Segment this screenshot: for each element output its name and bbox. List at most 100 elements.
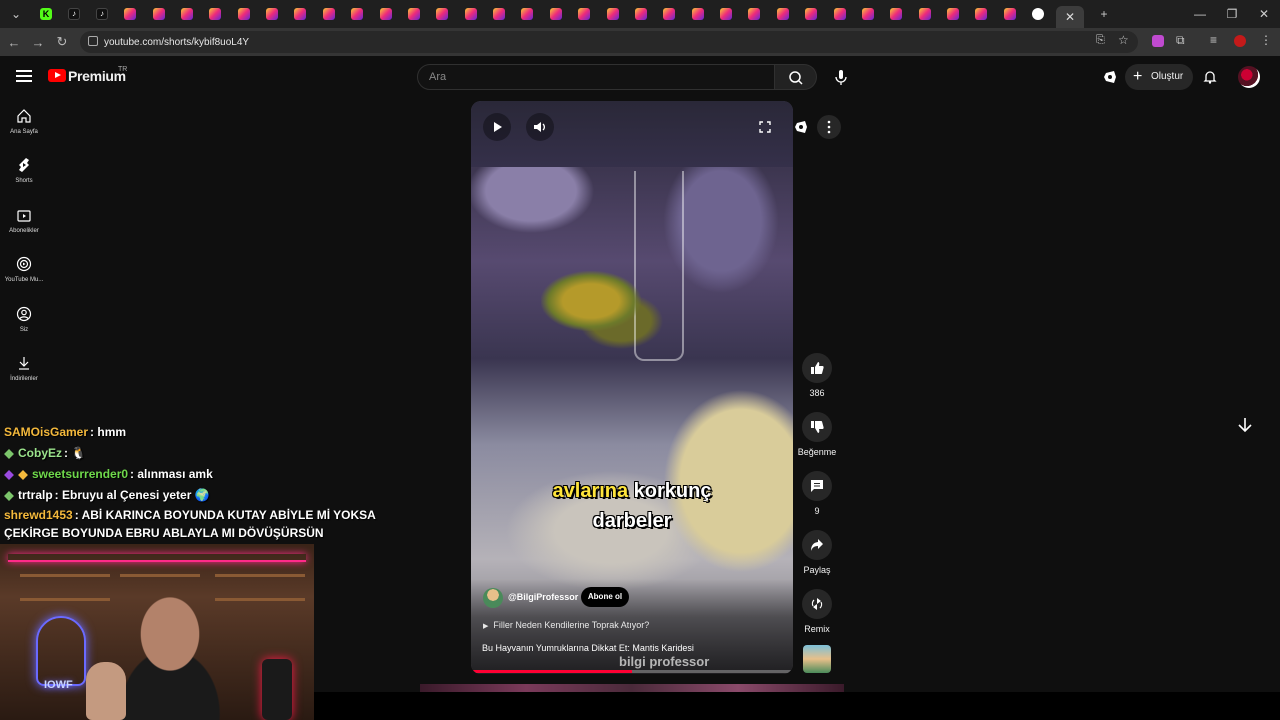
remix-button[interactable] (802, 589, 832, 619)
notifications-bell-icon[interactable] (1202, 69, 1218, 85)
remix-action[interactable]: Remix (797, 589, 837, 634)
instagram-icon[interactable] (351, 8, 364, 20)
create-button[interactable]: + Oluştur (1125, 64, 1193, 90)
channel-name[interactable]: @BilgiProfessor (508, 592, 578, 602)
minimize-icon[interactable]: — (1184, 7, 1216, 21)
shorts-remix-icon[interactable] (1102, 69, 1118, 85)
next-video-arrow-icon[interactable] (1234, 414, 1256, 436)
sound-thumbnail[interactable] (803, 645, 831, 673)
dislike-button[interactable] (802, 412, 832, 442)
instagram-icon[interactable] (266, 8, 279, 20)
forward-icon[interactable]: → (26, 35, 50, 50)
new-tab-button[interactable]: + (1088, 7, 1120, 21)
bookmark-star-icon[interactable]: ☆ (1118, 33, 1129, 47)
dislike-action[interactable]: Beğenme (797, 412, 837, 457)
chat-text: : hmm (90, 425, 127, 439)
instagram-icon[interactable] (209, 8, 222, 20)
more-options-button[interactable] (817, 115, 841, 139)
sidebar-item-subscriptions[interactable]: Abonelikler (0, 207, 48, 234)
instagram-icon[interactable] (493, 8, 506, 20)
instagram-icon[interactable] (294, 8, 307, 20)
search-button[interactable] (775, 64, 817, 90)
volume-button[interactable] (526, 113, 554, 141)
comments-action[interactable]: 9 (797, 471, 837, 516)
profile-icon[interactable] (1234, 35, 1246, 47)
back-icon[interactable]: ← (2, 35, 26, 50)
instagram-icon[interactable] (833, 8, 846, 20)
instagram-icon[interactable] (464, 8, 477, 20)
download-icon (19, 357, 29, 370)
instagram-icon[interactable] (691, 8, 704, 20)
instagram-icon[interactable] (748, 8, 761, 20)
video-title[interactable]: Bu Hayvanın Yumruklarına Dikkat Et: Mant… (482, 643, 694, 653)
tiktok-icon[interactable]: ♪ (96, 8, 108, 20)
sidebar-item-downloads[interactable]: İndirilenler (0, 355, 48, 382)
shelf (120, 574, 200, 577)
thumbs-down-icon (811, 421, 824, 433)
sidebar-item-youtube-music[interactable]: YouTube Mu... (0, 256, 48, 283)
instagram-icon[interactable] (237, 8, 250, 20)
instagram-icon[interactable] (322, 8, 335, 20)
tiktok-icon[interactable]: ♪ (68, 8, 80, 20)
sidebar-item-you[interactable]: Siz (0, 306, 48, 333)
sidebar-item-home[interactable]: Ana Sayfa (0, 108, 48, 135)
google-icon[interactable] (1032, 8, 1044, 20)
instagram-icon[interactable] (776, 8, 789, 20)
instagram-icon[interactable] (180, 8, 193, 20)
comment-count: 9 (814, 506, 820, 516)
instagram-icon[interactable] (890, 8, 903, 20)
instagram-icon[interactable] (379, 8, 392, 20)
url-field[interactable]: youtube.com/shorts/kybif8uoL4Y (80, 31, 1138, 53)
browser-menu-icon[interactable]: ⋮ (1260, 33, 1272, 47)
instagram-icon[interactable] (947, 8, 960, 20)
sidebar-item-shorts[interactable]: Shorts (0, 157, 48, 184)
instagram-icon[interactable] (663, 8, 676, 20)
fullscreen-button[interactable] (751, 113, 779, 141)
active-tab[interactable]: ✕ (1056, 6, 1084, 28)
instagram-icon[interactable] (634, 8, 647, 20)
channel-avatar[interactable] (483, 588, 503, 608)
subscribe-button[interactable]: Abone ol (581, 587, 629, 607)
shorts-effect-icon[interactable] (793, 119, 809, 135)
close-icon[interactable]: ✕ (1065, 10, 1075, 24)
window-close-icon[interactable]: ✕ (1248, 7, 1280, 21)
share-button[interactable] (802, 530, 832, 560)
voice-search-button[interactable] (828, 64, 854, 90)
instagram-icon[interactable] (1003, 8, 1016, 20)
instagram-icon[interactable] (975, 8, 988, 20)
search-input[interactable]: Ara (417, 64, 775, 90)
instagram-icon[interactable] (436, 8, 449, 20)
extensions-puzzle-icon[interactable]: ⧉ (1176, 33, 1185, 48)
tab-search-icon[interactable]: ⌄ (0, 7, 32, 21)
install-app-icon[interactable]: ⎘ (1096, 34, 1105, 47)
instagram-icon[interactable] (521, 8, 534, 20)
account-avatar[interactable] (1238, 66, 1260, 88)
restore-icon[interactable]: ❐ (1216, 7, 1248, 21)
instagram-icon[interactable] (578, 8, 591, 20)
kick-icon[interactable]: K (40, 8, 52, 20)
share-action[interactable]: Paylaş (797, 530, 837, 575)
site-info-icon[interactable] (88, 36, 98, 46)
instagram-icon[interactable] (805, 8, 818, 20)
like-action[interactable]: 386 (797, 353, 837, 398)
like-button[interactable] (802, 353, 832, 383)
hamburger-menu-icon[interactable] (16, 70, 32, 82)
instagram-icon[interactable] (918, 8, 931, 20)
related-video-link[interactable]: ▶ Filler Neden Kendilerine Toprak Atıyor? (483, 620, 649, 630)
comments-button[interactable] (802, 471, 832, 501)
instagram-icon[interactable] (152, 8, 165, 20)
instagram-icon[interactable] (861, 8, 874, 20)
instagram-icon[interactable] (124, 8, 137, 20)
instagram-icon[interactable] (407, 8, 420, 20)
instagram-icon[interactable] (549, 8, 562, 20)
shorts-video-player[interactable]: avlarına korkunç darbeler @BilgiProfesso… (471, 101, 793, 674)
youtube-logo-icon[interactable] (48, 69, 66, 82)
instagram-icon[interactable] (606, 8, 619, 20)
play-button[interactable] (483, 113, 511, 141)
reload-icon[interactable]: ↻ (50, 34, 74, 50)
video-progress-bar[interactable] (471, 670, 793, 673)
instagram-icon[interactable] (720, 8, 733, 20)
mantis-shrimp (541, 271, 641, 331)
media-control-icon[interactable]: ≡ (1210, 33, 1217, 47)
extension-icon[interactable] (1152, 35, 1164, 47)
